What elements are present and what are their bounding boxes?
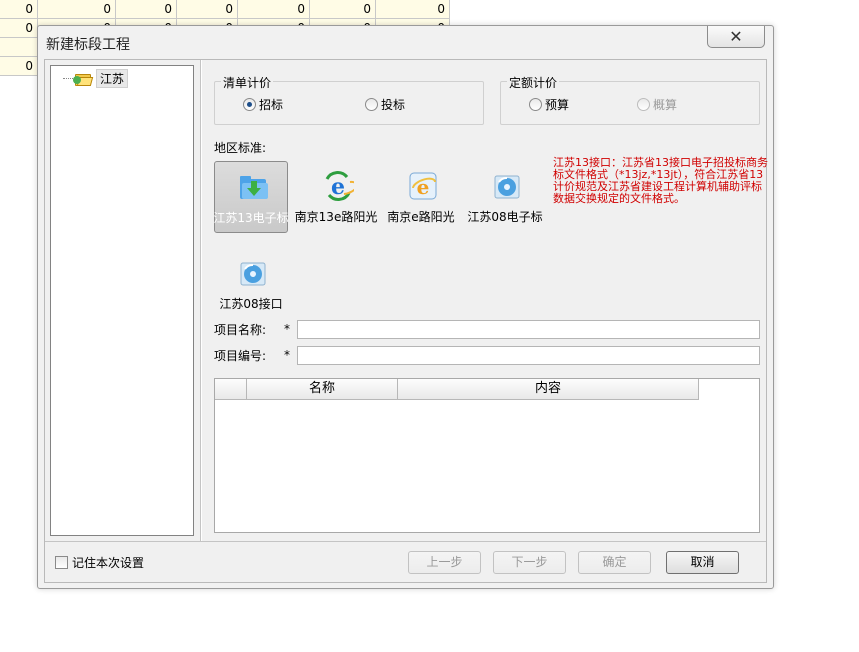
region-standard-label: 地区标准: (214, 141, 267, 155)
dialog-title: 新建标段工程 (46, 37, 130, 53)
close-button[interactable]: ✕ (707, 26, 765, 48)
panel-divider (200, 60, 202, 541)
sheet-cell[interactable] (0, 38, 38, 57)
group-title: 清单计价 (221, 74, 274, 91)
radio-label: 概算 (653, 98, 678, 112)
quota-pricing-group: 定额计价 预算 概算 (500, 74, 760, 125)
standard-item-nje[interactable]: e 南京e路阳光 (384, 161, 458, 233)
radio-disabled-icon (637, 98, 650, 111)
grid-header-corner (215, 379, 247, 400)
sheet-row: 0 0 0 0 0 0 0 (0, 0, 450, 19)
project-name-label: 项目名称: (214, 323, 267, 337)
sheet-cell[interactable]: 0 (0, 57, 38, 76)
standard-item-nj13e[interactable]: e 南京13e路阳光 (295, 161, 377, 233)
tree-connector (63, 78, 73, 79)
dialog-body: 江苏 清单计价 招标 投标 定额计价 预算 概算 地区标准: 江苏13电子标 e… (44, 59, 768, 583)
tree-node-jiangsu[interactable]: 江苏 (63, 69, 129, 88)
project-code-input[interactable] (297, 346, 760, 365)
dialog-footer: 记住本次设置 上一步 下一步 确定 取消 (45, 541, 766, 582)
checkbox-label: 记住本次设置 (72, 556, 145, 570)
ok-button[interactable]: 确定 (578, 551, 651, 574)
disc-icon (494, 175, 520, 199)
new-bid-project-dialog: 新建标段工程 ✕ 江苏 清单计价 招标 投标 定额计价 预算 概算 地区标准: … (37, 25, 774, 589)
radio-label: 预算 (545, 98, 570, 112)
open-folder-icon (73, 72, 94, 86)
grid-header-content[interactable]: 内容 (398, 379, 699, 400)
standard-description: 江苏13接口：江苏省13接口电子招投标商务标文件格式（*13jz,*13jt），… (553, 156, 768, 205)
prev-button[interactable]: 上一步 (408, 551, 481, 574)
project-code-label: 项目编号: (214, 349, 267, 363)
standard-item-label: 江苏08接口 (219, 297, 283, 311)
sheet-cell[interactable]: 0 (177, 0, 238, 19)
next-button[interactable]: 下一步 (493, 551, 566, 574)
bid-invite-radio[interactable]: 招标 (243, 96, 283, 113)
folder-download-icon (240, 176, 268, 199)
ie-icon: e (409, 172, 437, 200)
region-tree[interactable]: 江苏 (50, 65, 194, 536)
svg-text:e: e (331, 174, 345, 200)
sheet-cell[interactable]: 0 (310, 0, 376, 19)
standard-item-js08-interface[interactable]: 江苏08接口 (214, 248, 288, 320)
standard-item-js08[interactable]: 江苏08电子标 (467, 161, 543, 233)
sheet-cell[interactable]: 0 (238, 0, 310, 19)
sheet-cell[interactable]: 0 (376, 0, 450, 19)
budget-radio[interactable]: 预算 (529, 96, 569, 113)
required-marker: * (284, 322, 290, 336)
required-marker: * (284, 348, 290, 362)
project-name-input[interactable] (297, 320, 760, 339)
grid-header: 名称 内容 (215, 379, 699, 400)
sheet-cell[interactable]: 0 (0, 0, 38, 19)
standard-item-label: 江苏08电子标 (467, 210, 543, 224)
sheet-cell[interactable]: 0 (0, 19, 38, 38)
standard-item-js13[interactable]: 江苏13电子标 (213, 161, 289, 233)
sheet-cell[interactable]: 0 (116, 0, 177, 19)
sheet-cell[interactable]: 0 (38, 0, 116, 19)
group-title: 定额计价 (507, 74, 560, 91)
checkbox-icon (55, 556, 68, 569)
attribute-grid[interactable]: 名称 内容 (214, 378, 760, 533)
grid-header-name[interactable]: 名称 (247, 379, 398, 400)
estimate-radio[interactable]: 概算 (637, 96, 677, 113)
disc-icon (240, 262, 266, 286)
cancel-button[interactable]: 取消 (666, 551, 739, 574)
radio-checked-icon (243, 98, 256, 111)
standard-item-label: 南京e路阳光 (387, 210, 455, 224)
radio-unchecked-icon (365, 98, 378, 111)
close-icon: ✕ (729, 27, 743, 46)
radio-unchecked-icon (529, 98, 542, 111)
tree-node-label: 江苏 (96, 69, 129, 88)
ie-refresh-icon: e (325, 171, 354, 201)
list-pricing-group: 清单计价 招标 投标 (214, 74, 484, 125)
bid-submit-radio[interactable]: 投标 (365, 96, 405, 113)
standard-item-label: 南京13e路阳光 (294, 210, 378, 224)
radio-label: 投标 (381, 98, 406, 112)
standard-item-label: 江苏13电子标 (213, 211, 289, 225)
remember-settings-checkbox[interactable]: 记住本次设置 (55, 554, 144, 571)
radio-label: 招标 (259, 98, 284, 112)
